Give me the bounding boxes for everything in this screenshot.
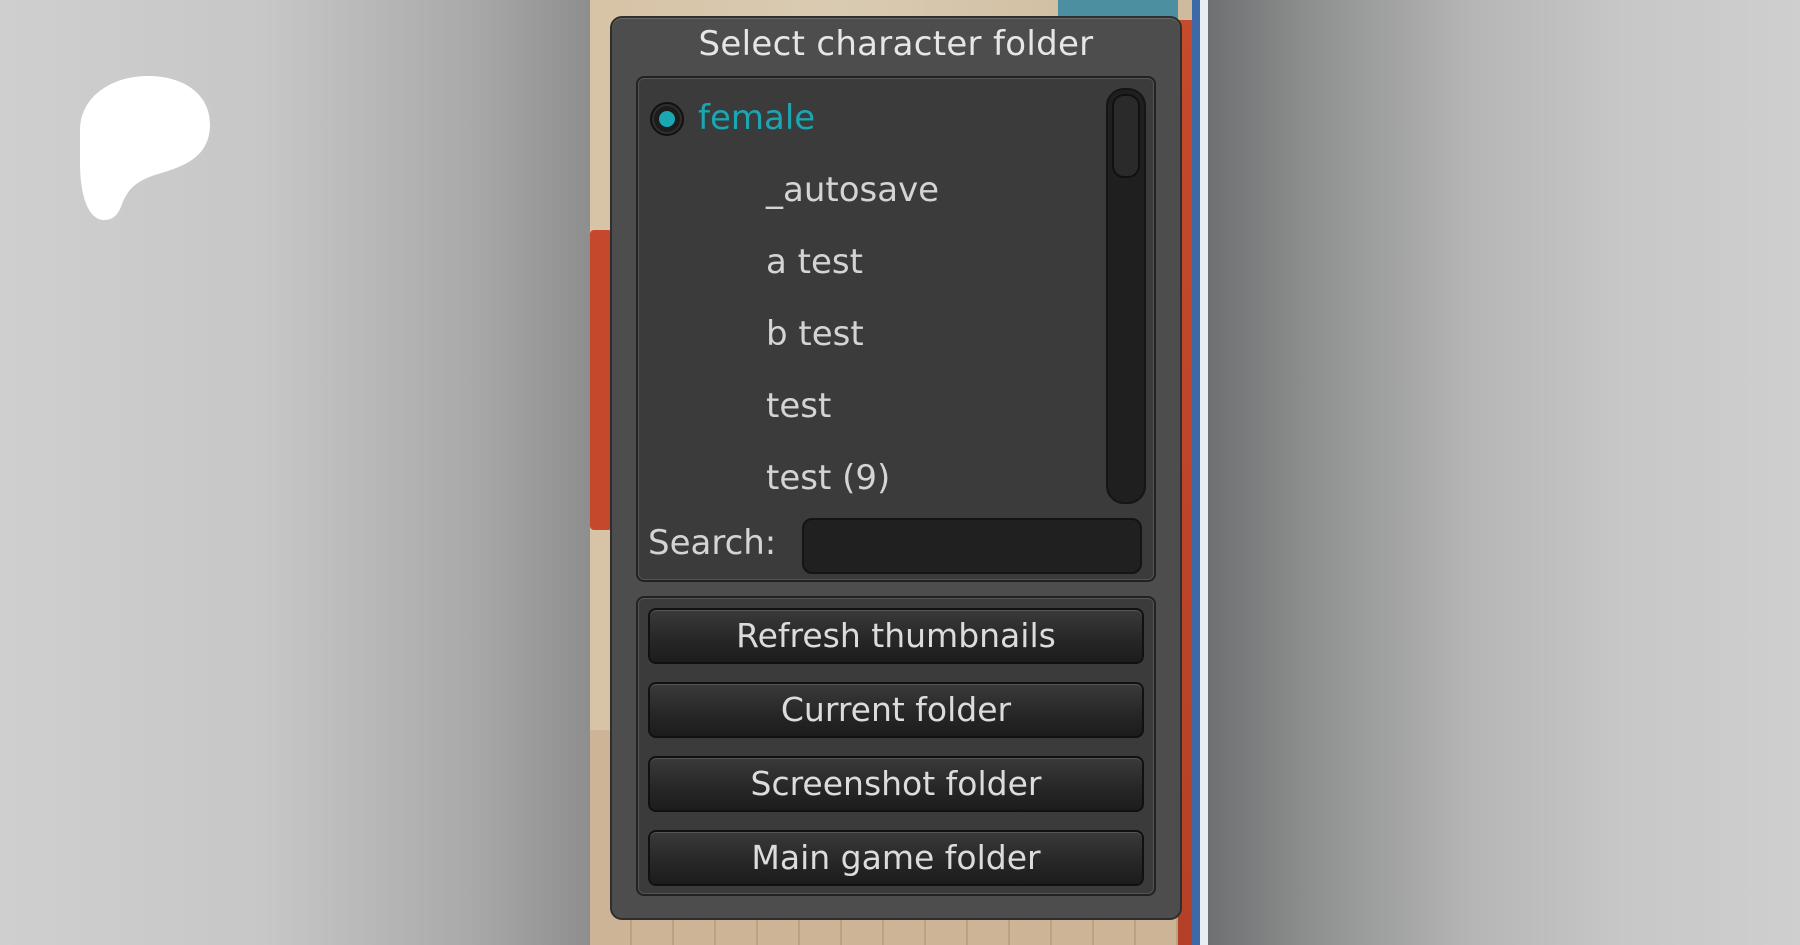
- current-folder-button[interactable]: Current folder: [648, 682, 1144, 738]
- select-character-folder-dialog: Select character folder female _autosave…: [610, 16, 1182, 920]
- folder-item-test[interactable]: test: [646, 376, 1102, 436]
- folder-item-label: a test: [766, 242, 863, 282]
- patreon-logo-icon: [80, 76, 210, 220]
- dialog-title: Select character folder: [698, 24, 1094, 64]
- background-right: [1208, 0, 1800, 945]
- folder-item-autosave[interactable]: _autosave: [646, 160, 1102, 220]
- scene-edge: [1200, 0, 1208, 945]
- folder-item-test-9[interactable]: test (9): [646, 448, 1102, 508]
- folder-actions-panel: Refresh thumbnails Current folder Screen…: [636, 596, 1156, 896]
- search-input[interactable]: [802, 518, 1142, 574]
- folder-item-female[interactable]: female: [646, 88, 1102, 148]
- folder-list-panel: female _autosave a test b test test test…: [636, 76, 1156, 582]
- scene-window-frame: [1192, 0, 1200, 945]
- search-label: Search:: [648, 523, 777, 563]
- folder-item-label: test: [766, 386, 832, 426]
- scene-sofa: [590, 230, 612, 530]
- folder-list: female _autosave a test b test test test…: [646, 88, 1102, 516]
- folder-item-label: b test: [766, 314, 864, 354]
- folder-list-scrollbar[interactable]: [1106, 88, 1146, 504]
- folder-item-label: _autosave: [766, 170, 940, 210]
- radio-selected-icon: [650, 102, 684, 136]
- refresh-thumbnails-button[interactable]: Refresh thumbnails: [648, 608, 1144, 664]
- folder-item-label: test (9): [766, 458, 891, 498]
- scrollbar-thumb[interactable]: [1112, 94, 1140, 178]
- main-game-folder-button[interactable]: Main game folder: [648, 830, 1144, 886]
- folder-item-label: female: [698, 98, 816, 138]
- folder-item-b-test[interactable]: b test: [646, 304, 1102, 364]
- folder-item-a-test[interactable]: a test: [646, 232, 1102, 292]
- screenshot-folder-button[interactable]: Screenshot folder: [648, 756, 1144, 812]
